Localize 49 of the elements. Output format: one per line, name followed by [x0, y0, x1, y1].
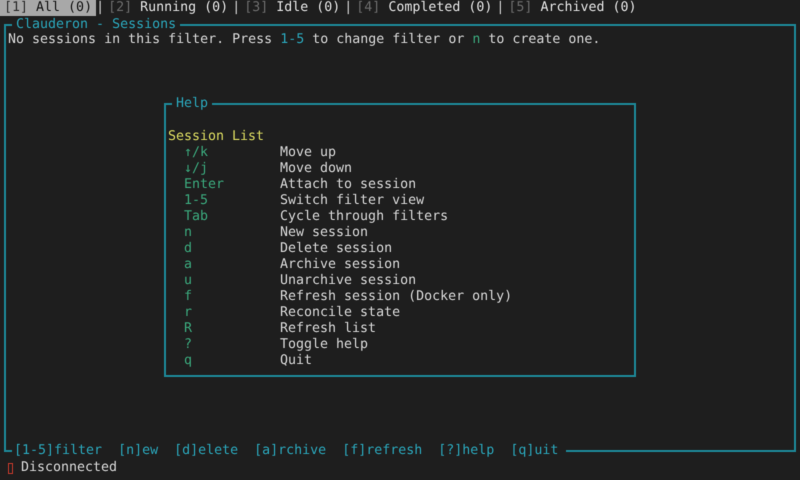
action-description: Attach to session — [280, 177, 416, 192]
action-description: Toggle help — [280, 337, 368, 352]
key-label: n — [184, 225, 192, 240]
panel-title: Clauderon - Sessions — [12, 17, 180, 33]
key-label: 1-5 — [184, 193, 208, 208]
shortcut-hint[interactable]: [?]help — [438, 443, 494, 459]
action-description: Unarchive session — [280, 273, 416, 288]
dialog-title: Help — [172, 96, 212, 112]
action-description: Quit — [280, 353, 312, 368]
tab-separator: | — [232, 0, 240, 16]
tab-separator: | — [344, 0, 352, 16]
status-text: Disconnected — [21, 460, 118, 476]
tab-separator: | — [96, 0, 104, 16]
filter-tab[interactable]: [3] Idle (0) — [240, 0, 344, 16]
action-description: Move down — [280, 161, 352, 176]
shortcut-hint[interactable]: [q]uit — [510, 443, 558, 459]
key-label: u — [184, 273, 192, 288]
key-label: ↓/j — [184, 161, 208, 176]
shortcut-hint[interactable]: [d]elete — [174, 443, 238, 459]
shortcut-hint[interactable]: [f]refresh — [342, 443, 422, 459]
action-description: Refresh session (Docker only) — [280, 289, 512, 304]
action-description: Refresh list — [280, 321, 376, 336]
key-label: R — [184, 321, 192, 336]
section-heading: Session List — [168, 129, 266, 145]
action-description: Delete session — [280, 241, 392, 256]
action-description: Archive session — [280, 257, 400, 272]
filter-tab[interactable]: [2] Running (0) — [104, 0, 232, 16]
filter-tab[interactable]: [5] Archived (0) — [504, 0, 641, 16]
key-label: q — [184, 353, 192, 368]
key-label: ↑/k — [184, 145, 208, 160]
key-label: Enter — [184, 177, 224, 192]
action-description: Move up — [280, 145, 336, 160]
key-label: r — [184, 305, 192, 320]
key-label: d — [184, 241, 192, 256]
action-description: Reconcile state — [280, 305, 400, 320]
filter-tab[interactable]: [4] Completed (0) — [352, 0, 496, 16]
action-description: Cycle through filters — [280, 209, 448, 224]
shortcut-hint[interactable]: [a]rchive — [254, 443, 326, 459]
action-description: New session — [280, 225, 368, 240]
tab-separator: | — [496, 0, 504, 16]
filter-tab[interactable]: [1] All (0) — [0, 0, 96, 16]
empty-message: No sessions in this filter. Press 1-5 to change filter or n to create one. — [8, 32, 602, 48]
key-label: ? — [184, 337, 192, 352]
key-label: a — [184, 257, 192, 272]
shortcut-hint[interactable]: [1-5]filter — [14, 443, 102, 459]
action-description: Switch filter view — [280, 193, 424, 208]
shortcut-hint[interactable]: [n]ew — [118, 443, 158, 459]
key-label: Tab — [184, 209, 208, 224]
key-label: f — [184, 289, 192, 304]
